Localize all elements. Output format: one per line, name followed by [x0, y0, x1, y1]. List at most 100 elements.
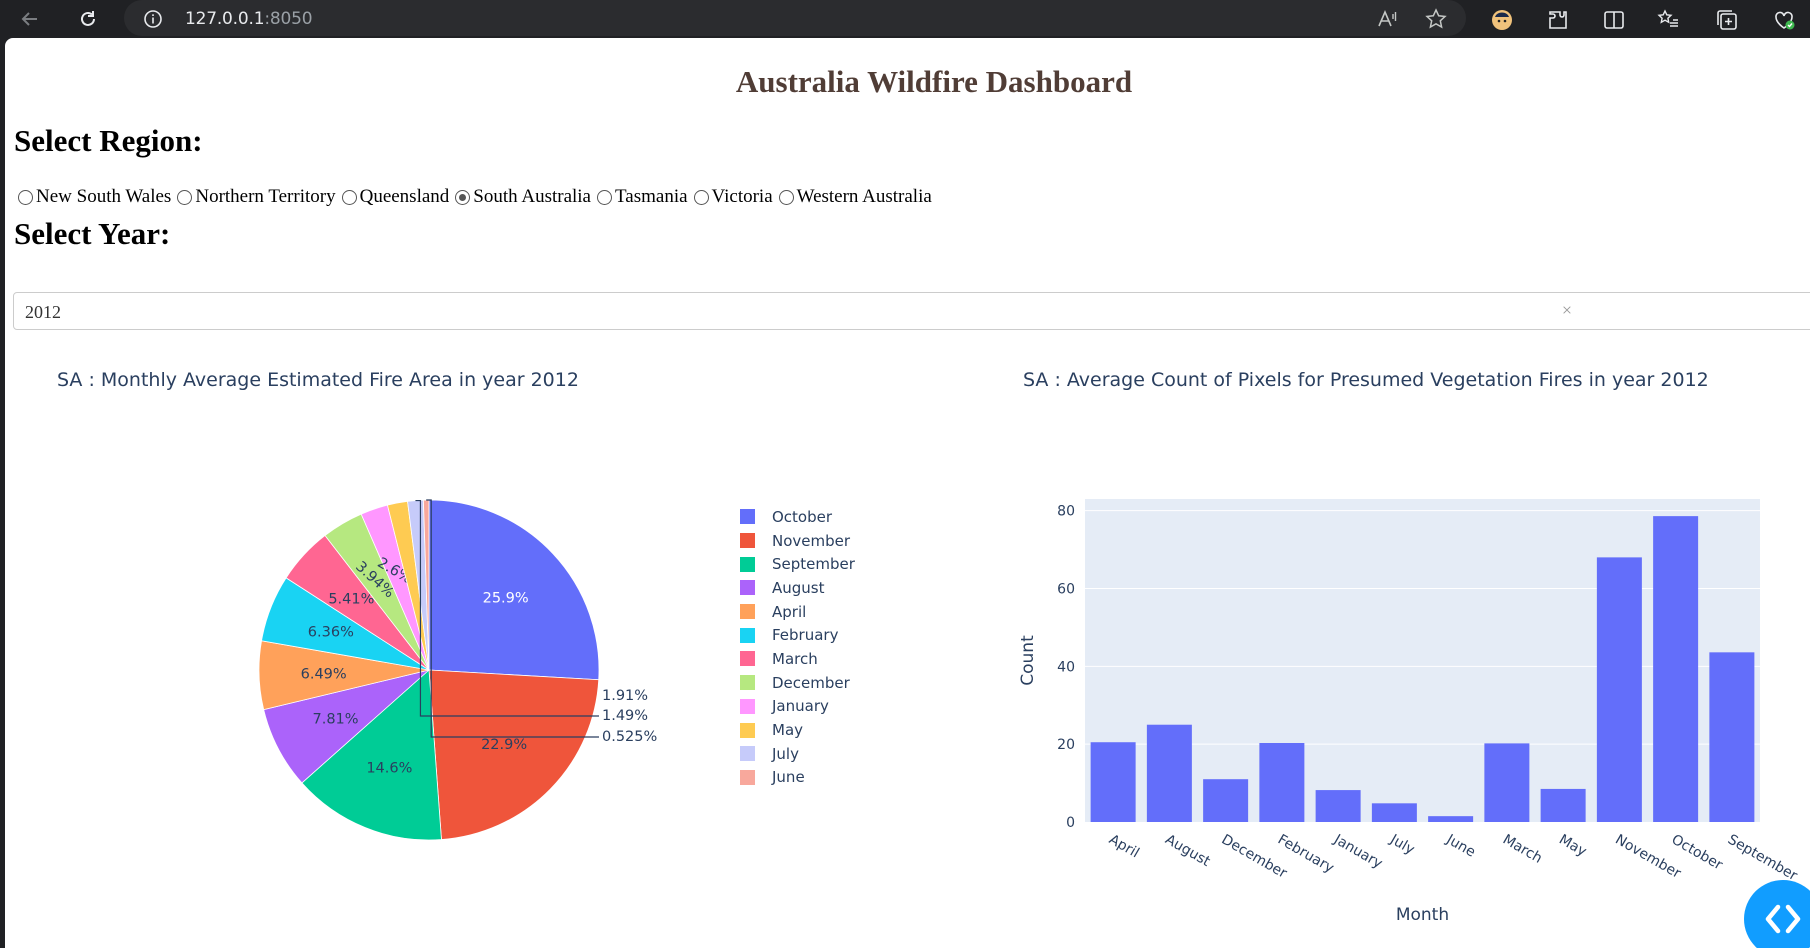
region-option[interactable]: Queensland: [341, 186, 449, 208]
pie-data-label: 25.9%: [483, 591, 529, 607]
browser-toolbar: 127.0.0.1:8050: [0, 0, 1810, 38]
pie-data-label: 6.49%: [301, 666, 347, 682]
region-option-label: South Australia: [473, 186, 591, 207]
legend-swatch: [740, 627, 755, 643]
legend-swatch: [740, 746, 755, 762]
region-option-label: Western Australia: [796, 186, 932, 207]
radio-button[interactable]: [341, 189, 357, 205]
clear-icon[interactable]: ×: [1562, 300, 1572, 321]
pie-data-label: 6.36%: [308, 625, 354, 641]
legend-swatch: [740, 722, 755, 738]
code-chevrons-icon: [1765, 904, 1801, 934]
bar-september[interactable]: [1709, 652, 1755, 822]
bar-may[interactable]: [1540, 788, 1586, 822]
favorite-star-icon[interactable]: [1423, 6, 1449, 32]
bar-august[interactable]: [1146, 724, 1192, 822]
legend-item[interactable]: August: [740, 576, 855, 600]
pie-data-label: 5.41%: [328, 592, 374, 608]
region-option-label: Tasmania: [615, 186, 688, 207]
bar-november[interactable]: [1596, 557, 1642, 822]
legend-item[interactable]: February: [740, 623, 855, 647]
radio-button[interactable]: [177, 189, 193, 205]
radio-button[interactable]: [778, 189, 794, 205]
x-axis-title: Month: [1396, 905, 1449, 925]
favorites-list-icon[interactable]: [1655, 6, 1683, 34]
radio-button[interactable]: [597, 189, 612, 205]
x-tick-label: June: [1443, 831, 1478, 861]
region-option[interactable]: Victoria: [693, 186, 773, 208]
bar-january[interactable]: [1315, 790, 1361, 822]
browser-health-icon[interactable]: [1770, 6, 1798, 34]
y-tick-label: 80: [1057, 504, 1075, 520]
bar-july[interactable]: [1371, 803, 1417, 822]
x-tick-label: January: [1330, 831, 1385, 872]
back-icon[interactable]: [14, 3, 46, 35]
radio-button[interactable]: [18, 189, 33, 205]
bar-october[interactable]: [1653, 516, 1699, 822]
legend-label: March: [772, 649, 818, 668]
year-label: Select Year:: [14, 216, 171, 251]
legend-item[interactable]: June: [740, 766, 855, 790]
legend-label: September: [772, 555, 855, 574]
legend-item[interactable]: January: [740, 695, 855, 719]
region-option[interactable]: New South Wales: [18, 186, 171, 208]
legend-label: November: [772, 531, 851, 550]
url-text: 127.0.0.1:8050: [185, 9, 313, 29]
legend-swatch: [740, 651, 755, 667]
dashboard-page: Australia Wildfire Dashboard Select Regi…: [5, 38, 1810, 948]
bar-chart-title: SA : Average Count of Pixels for Presume…: [1023, 369, 1709, 391]
legend-swatch: [740, 604, 755, 620]
region-option[interactable]: Northern Territory: [177, 186, 336, 208]
extensions-icon[interactable]: [1544, 6, 1572, 34]
year-dropdown[interactable]: 2012 ×: [13, 292, 1810, 330]
bar-april[interactable]: [1090, 742, 1136, 822]
legend-label: December: [772, 673, 850, 692]
region-option[interactable]: Tasmania: [597, 186, 688, 208]
profile-avatar-icon[interactable]: [1488, 6, 1516, 34]
bar-march[interactable]: [1484, 743, 1530, 822]
split-screen-icon[interactable]: [1600, 6, 1628, 34]
pie-data-label: 22.9%: [481, 737, 527, 753]
collections-icon[interactable]: [1713, 6, 1741, 34]
legend-label: October: [772, 507, 833, 526]
legend-item[interactable]: December: [740, 671, 855, 695]
legend-label: January: [772, 697, 829, 716]
legend-item[interactable]: October: [740, 505, 855, 529]
legend-swatch: [740, 509, 755, 525]
address-bar[interactable]: 127.0.0.1:8050: [124, 0, 1466, 36]
legend-swatch: [740, 769, 755, 785]
x-tick-label: July: [1387, 831, 1418, 858]
legend-item[interactable]: July: [740, 742, 855, 766]
site-info-icon[interactable]: [142, 8, 164, 30]
y-tick-label: 0: [1066, 815, 1075, 831]
legend-item[interactable]: April: [740, 600, 855, 624]
radio-button[interactable]: [693, 189, 709, 205]
radio-button[interactable]: [455, 189, 471, 205]
legend-item[interactable]: March: [740, 647, 855, 671]
bar-june[interactable]: [1428, 816, 1474, 822]
pie-data-label: 1.91%: [602, 688, 648, 704]
legend-item[interactable]: May: [740, 718, 855, 742]
pie-legend: October November September August April Febru…: [740, 505, 855, 789]
legend-swatch: [740, 533, 755, 549]
read-aloud-icon[interactable]: [1374, 6, 1400, 32]
legend-label: February: [772, 626, 839, 645]
region-option[interactable]: Western Australia: [778, 186, 932, 208]
region-option-label: Victoria: [711, 186, 773, 207]
bar-chart: 020406080April August DecemberFebruaryJanu…: [1018, 499, 1800, 925]
legend-swatch: [740, 675, 755, 691]
legend-item[interactable]: September: [740, 552, 855, 576]
y-tick-label: 40: [1057, 659, 1075, 675]
pie-chart-title: SA : Monthly Average Estimated Fire Area…: [57, 369, 579, 391]
legend-label: July: [772, 744, 799, 763]
legend-item[interactable]: November: [740, 529, 855, 553]
legend-label: August: [772, 578, 825, 597]
y-tick-label: 20: [1057, 737, 1075, 753]
pie-data-label: 0.525%: [602, 729, 657, 745]
bar-december[interactable]: [1203, 779, 1249, 822]
region-option[interactable]: South Australia: [455, 186, 591, 208]
bar-february[interactable]: [1259, 743, 1305, 822]
reload-icon[interactable]: [72, 3, 104, 35]
y-axis-title: Count: [1018, 635, 1038, 686]
pie-slice-november[interactable]: [428, 669, 600, 840]
